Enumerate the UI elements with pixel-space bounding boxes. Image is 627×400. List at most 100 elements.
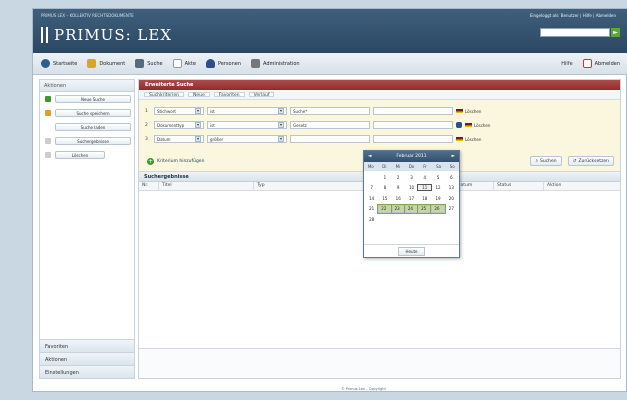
calendar-day[interactable]: 3: [405, 175, 418, 180]
action-buttons: ⌕ Suchen ↺ Zurücksetzen: [530, 156, 614, 166]
col-header[interactable]: Datum: [454, 182, 494, 190]
calendar-day[interactable]: 22: [377, 203, 393, 214]
reset-label: Zurücksetzen: [578, 158, 609, 164]
calendar-day[interactable]: 21: [365, 206, 378, 211]
calendar-day[interactable]: 7: [365, 185, 378, 190]
person-icon: [456, 122, 462, 128]
filter-row: 1 Stichwort ▾ ist ▾ Suche* Löschen: [145, 106, 481, 116]
filter-number: 2: [145, 122, 148, 128]
person-chip[interactable]: [456, 122, 462, 128]
toolbar-item-persons[interactable]: Personen: [205, 59, 241, 68]
calendar-day[interactable]: 2: [392, 175, 405, 180]
remove-criterion[interactable]: Löschen: [465, 123, 490, 128]
logout-button[interactable]: Abmelden: [582, 59, 620, 68]
user-links[interactable]: Eingeloggt als: Benutzer | Hilfe | Abmel…: [530, 13, 616, 18]
calendar-day[interactable]: 6: [445, 175, 458, 180]
save-search-button[interactable]: Suche speichern: [55, 109, 131, 117]
calendar-day[interactable]: 8: [378, 185, 391, 190]
operator-select[interactable]: ist ▾: [207, 121, 287, 129]
value-input-2[interactable]: [373, 121, 453, 129]
calendar-day[interactable]: 18: [418, 196, 431, 201]
field-select[interactable]: Stichwort ▾: [154, 107, 204, 115]
help-link[interactable]: Hilfe: [561, 61, 572, 67]
calendar-day[interactable]: 27: [445, 206, 458, 211]
calendar-day[interactable]: 14: [365, 196, 378, 201]
calendar-day[interactable]: 16: [392, 196, 405, 201]
calendar-day[interactable]: 20: [445, 196, 458, 201]
calendar-day[interactable]: 10: [405, 185, 418, 190]
calendar-day[interactable]: 13: [445, 185, 458, 190]
input-value: Gesetz: [293, 122, 307, 128]
toolbar-item-document[interactable]: Dokument: [87, 59, 125, 68]
weekday-label: Do: [408, 164, 415, 169]
new-search-button[interactable]: Neue Suche: [55, 95, 131, 103]
remove-label: Löschen: [465, 136, 482, 142]
today-button[interactable]: Heute: [398, 246, 425, 256]
search-button[interactable]: ⌕ Suchen: [530, 156, 562, 166]
calendar-day[interactable]: 24: [403, 203, 420, 214]
calendar-day[interactable]: 15: [378, 196, 391, 201]
calendar-day[interactable]: 26: [430, 203, 446, 214]
field-select[interactable]: Datum ▾: [154, 135, 204, 143]
sidebar-row: Suche laden: [40, 120, 134, 134]
field-select[interactable]: Dokumenttyp ▾: [154, 121, 204, 129]
col-header[interactable]: Status: [494, 182, 544, 190]
search-label: Suchen: [539, 158, 557, 164]
calendar-day[interactable]: 9: [392, 185, 405, 190]
weekday-label: Fr: [423, 164, 427, 169]
prev-month-icon[interactable]: ◄: [368, 154, 371, 159]
search-go-button[interactable]: ►: [611, 28, 620, 37]
load-search-button[interactable]: Suche laden: [55, 123, 131, 131]
calendar-day[interactable]: 12: [431, 185, 444, 190]
calendar-day[interactable]: 4: [418, 175, 431, 180]
toolbar-item-file[interactable]: Akte: [172, 59, 196, 68]
calendar-day[interactable]: 11: [417, 184, 433, 192]
calendar-day[interactable]: 25: [417, 203, 433, 214]
toolbar-label: Administration: [262, 60, 300, 67]
calendar-day[interactable]: 23: [390, 203, 406, 214]
toolbar-item-home[interactable]: Startseite: [41, 59, 77, 68]
month-title[interactable]: Februar 2011: [396, 154, 426, 159]
operator-select[interactable]: größer ▾: [207, 135, 287, 143]
value-input-2[interactable]: [373, 107, 453, 115]
reset-button[interactable]: ↺ Zurücksetzen: [567, 156, 614, 166]
plus-icon: +: [147, 158, 154, 165]
next-month-icon[interactable]: ►: [452, 154, 455, 159]
toolbar-item-search[interactable]: Suche: [135, 59, 163, 68]
remove-criterion[interactable]: Löschen: [456, 109, 481, 114]
remove-criterion[interactable]: Löschen: [456, 137, 481, 142]
chevron-down-icon: ▾: [278, 122, 284, 128]
filter-number: 3: [145, 136, 148, 142]
sidebar-actions[interactable]: Aktionen: [40, 352, 134, 365]
col-header[interactable]: Nr.: [139, 182, 159, 190]
sidebar-favorites[interactable]: Favoriten: [40, 339, 134, 352]
date-input[interactable]: [290, 135, 370, 143]
sidebar-settings[interactable]: Einstellungen: [40, 365, 134, 378]
tab-favorites[interactable]: Favoriten: [213, 92, 245, 98]
calendar-day[interactable]: 1: [378, 175, 391, 180]
col-header[interactable]: Aktion: [544, 182, 620, 190]
save-icon: [45, 110, 51, 116]
pillar-icon: [41, 27, 48, 43]
main-toolbar: Startseite Dokument Suche Akte Personen …: [33, 53, 627, 75]
results-button[interactable]: Suchergebnisse: [55, 137, 131, 145]
tab-criteria[interactable]: Suchkriterien: [144, 92, 184, 98]
global-search-input[interactable]: [540, 28, 610, 37]
calendar-day[interactable]: 17: [405, 196, 418, 201]
calendar-day[interactable]: 5: [431, 175, 444, 180]
value-input[interactable]: Suche*: [290, 107, 370, 115]
col-header[interactable]: Titel: [159, 182, 254, 190]
app-header: PRIMUS LEX – KOLLEKTIV RECHTSDOKUMENTE E…: [33, 9, 627, 53]
field-value: Datum: [157, 136, 171, 142]
value-input[interactable]: Gesetz: [290, 121, 370, 129]
tab-new[interactable]: Neue: [188, 92, 210, 98]
add-criterion-button[interactable]: + Kriterium hinzufügen: [147, 158, 204, 165]
operator-select[interactable]: ist ▾: [207, 107, 287, 115]
delete-button[interactable]: Löschen: [55, 151, 105, 159]
toolbar-item-admin[interactable]: Administration: [250, 59, 300, 68]
toolbar-label: Suche: [147, 60, 163, 67]
tab-history[interactable]: Verlauf: [248, 92, 275, 98]
calendar-day[interactable]: 19: [431, 196, 444, 201]
date-input-2[interactable]: [373, 135, 453, 143]
calendar-day[interactable]: 28: [365, 217, 378, 222]
